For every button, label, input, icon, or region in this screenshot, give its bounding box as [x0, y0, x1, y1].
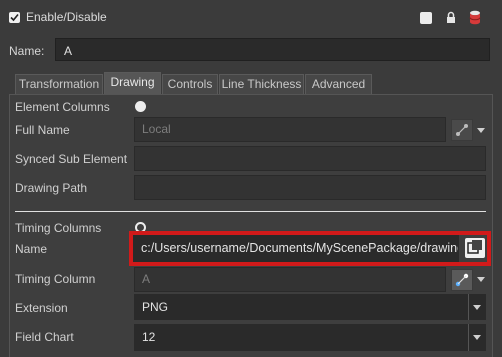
field-chart-label: Field Chart — [15, 330, 74, 344]
field-chart-select[interactable]: 12 — [134, 324, 486, 351]
checkmark-icon — [10, 13, 19, 22]
link-button[interactable] — [451, 119, 473, 141]
link-nodes-icon — [456, 124, 468, 136]
extension-label: Extension — [15, 301, 68, 315]
full-name-label: Full Name — [15, 123, 70, 137]
full-name-field[interactable]: Local — [134, 117, 446, 142]
chevron-down-icon[interactable] — [477, 277, 485, 282]
timing-column-label: Timing Column — [15, 272, 96, 286]
tab-drawing[interactable]: Drawing — [104, 72, 161, 95]
drawing-path-label: Drawing Path — [15, 181, 88, 195]
tab-advanced[interactable]: Advanced — [305, 74, 372, 94]
element-columns-label: Element Columns — [15, 100, 110, 114]
synced-sub-element-field[interactable] — [134, 146, 486, 171]
chevron-down-icon[interactable] — [477, 128, 485, 133]
element-columns-radio[interactable] — [135, 101, 146, 112]
chevron-down-icon[interactable] — [473, 305, 481, 310]
synced-sub-element-label: Synced Sub Element — [15, 152, 128, 166]
select-divider — [468, 324, 469, 351]
tab-transformation[interactable]: Transformation — [15, 74, 103, 94]
tab-controls[interactable]: Controls — [162, 74, 218, 94]
enable-disable-label: Enable/Disable — [26, 10, 107, 24]
highlight-box — [129, 231, 491, 266]
color-swatch-icon[interactable] — [420, 12, 432, 24]
extension-select[interactable]: PNG — [134, 294, 486, 320]
tab-line-thickness[interactable]: Line Thickness — [219, 74, 304, 94]
enable-checkbox[interactable] — [9, 12, 20, 23]
timing-column-field[interactable]: A — [134, 267, 446, 292]
chevron-down-icon[interactable] — [473, 335, 481, 340]
link-nodes-icon — [455, 273, 469, 287]
timing-columns-label: Timing Columns — [15, 221, 102, 235]
timing-link-button[interactable] — [451, 269, 473, 291]
name-input[interactable]: A — [55, 38, 490, 61]
lock-icon[interactable] — [446, 11, 456, 24]
drawing-name-label: Name — [15, 242, 48, 256]
database-icon[interactable] — [469, 10, 481, 25]
name-label: Name: — [9, 44, 45, 58]
drawing-path-field[interactable] — [134, 175, 486, 200]
section-divider — [15, 211, 486, 212]
select-divider — [468, 294, 469, 320]
